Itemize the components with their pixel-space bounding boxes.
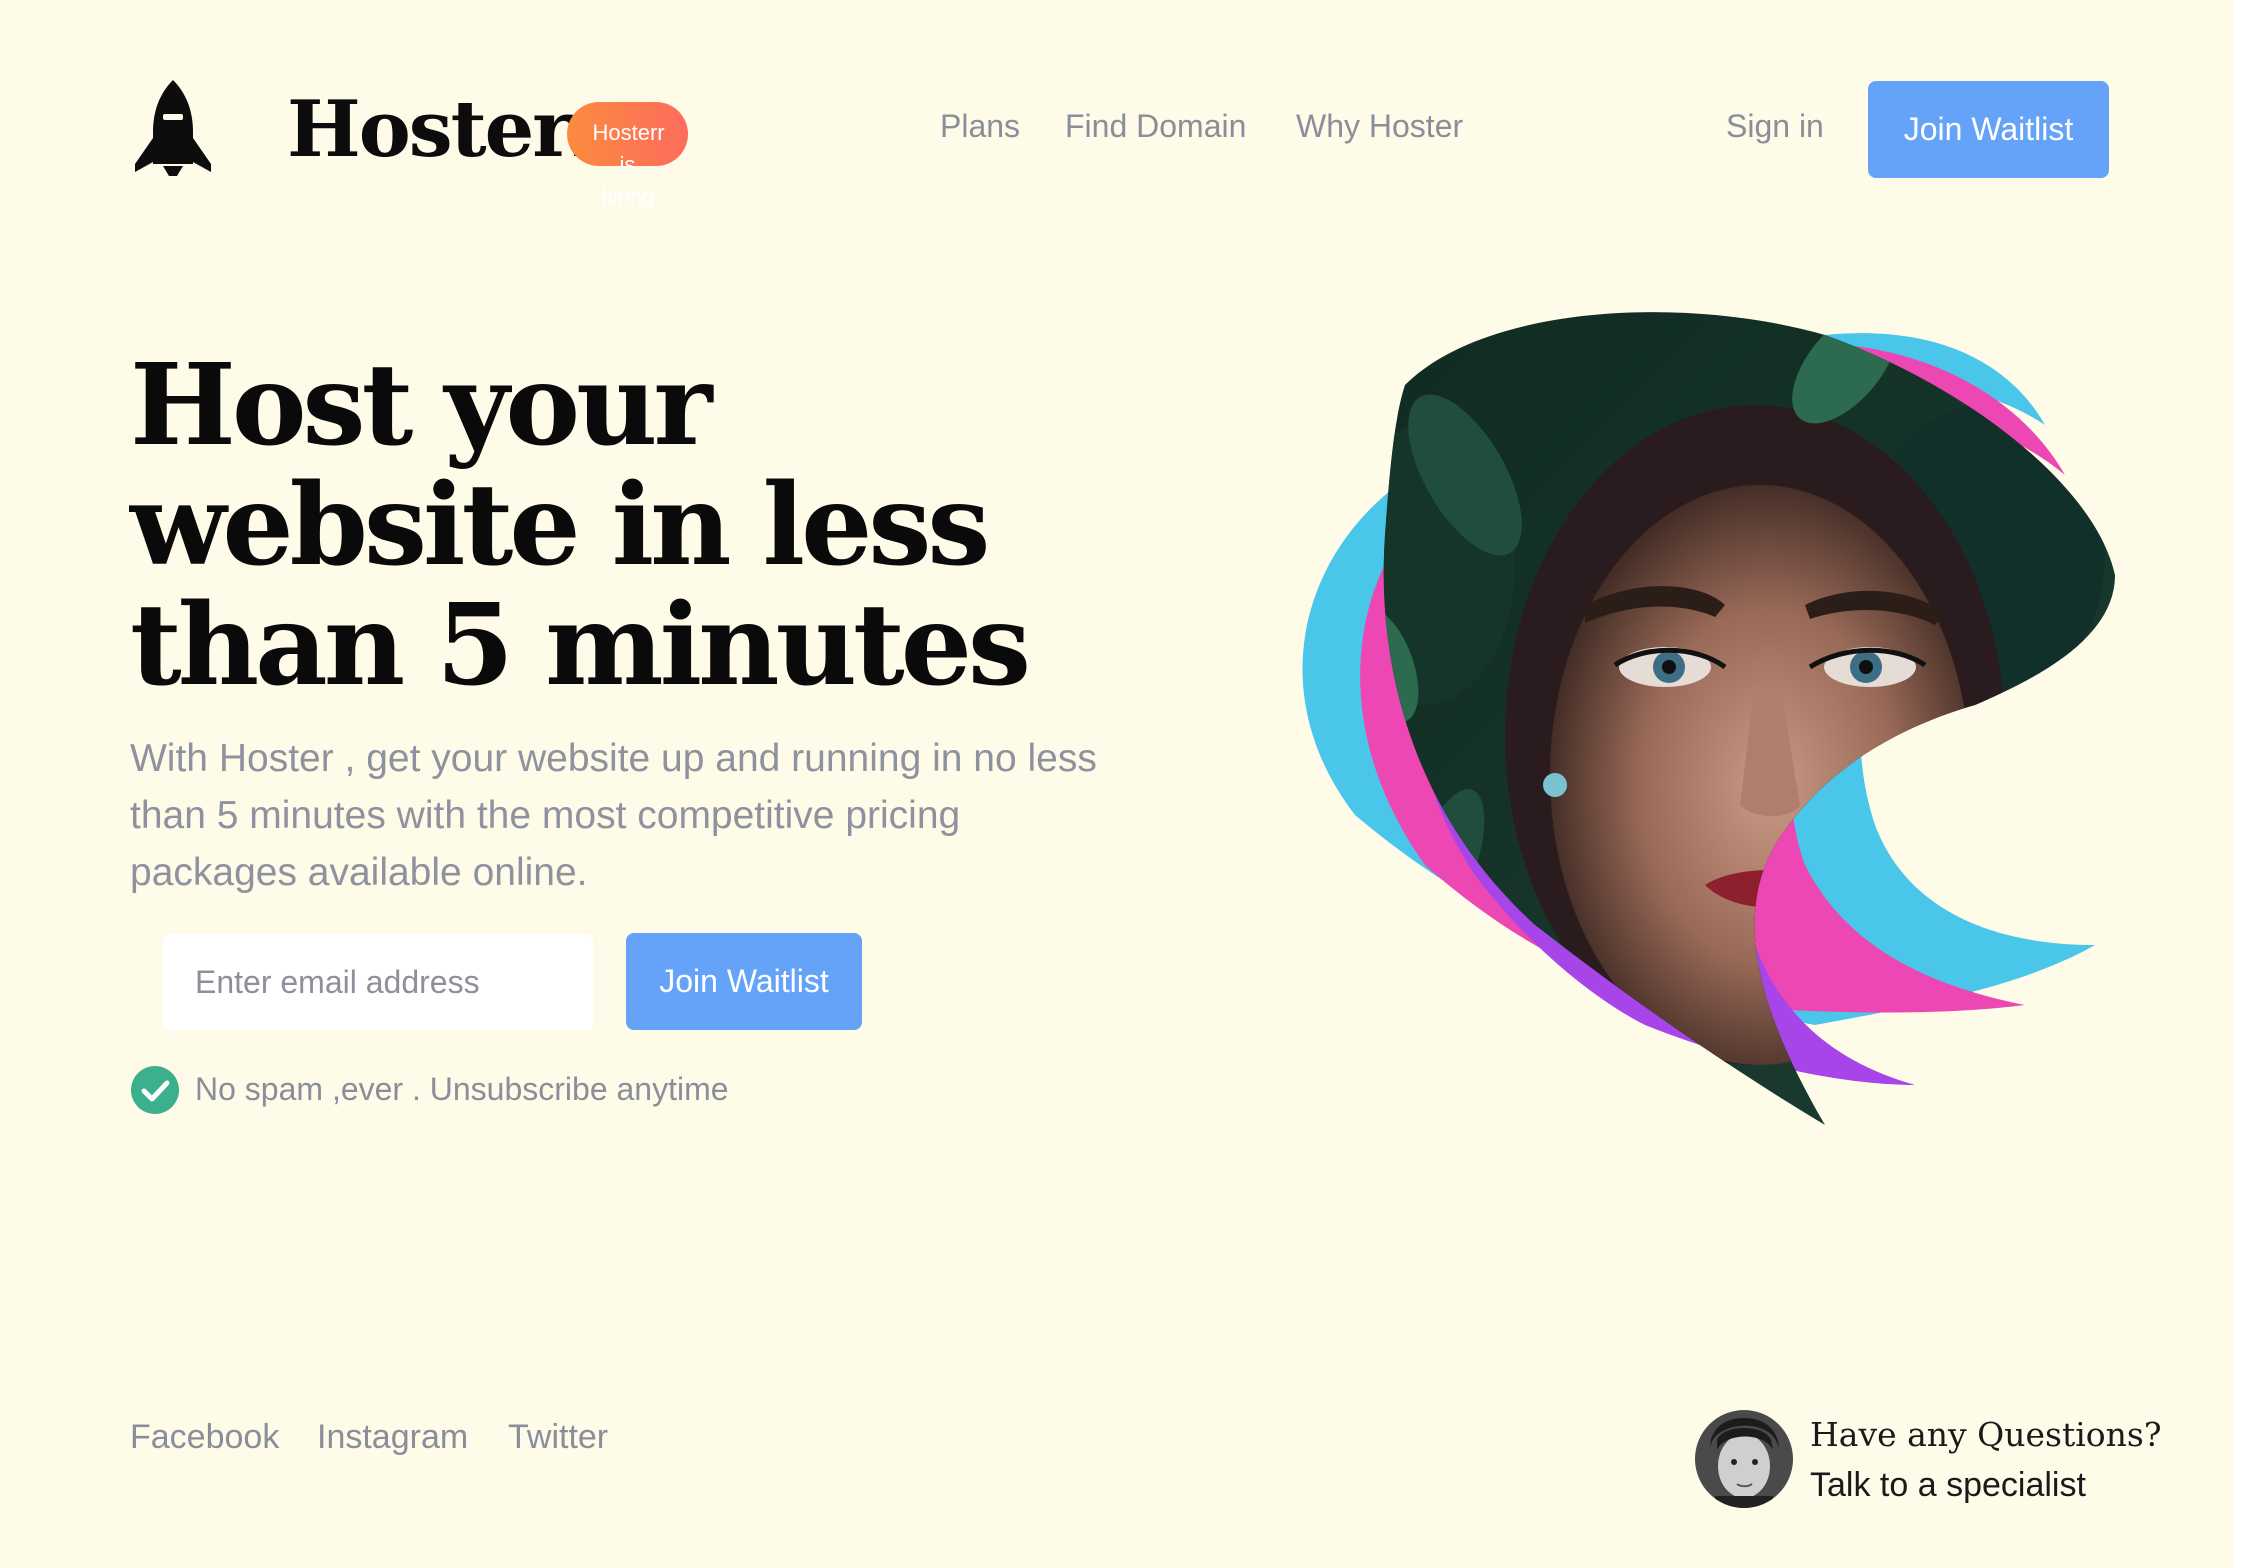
landing-page: Hosterr Hosterr is hiring Plans Find Dom… (0, 0, 2233, 1568)
sign-in-link[interactable]: Sign in (1726, 108, 1824, 145)
footer-twitter-link[interactable]: Twitter (508, 1418, 608, 1457)
check-circle-icon (131, 1066, 179, 1114)
hero-join-waitlist-button[interactable]: Join Waitlist (626, 933, 862, 1030)
hiring-badge[interactable]: Hosterr is hiring (567, 102, 688, 209)
footer-instagram-link[interactable]: Instagram (317, 1418, 468, 1457)
hero-subtitle: With Hoster , get your website up and ru… (130, 737, 1097, 894)
rocket-icon[interactable] (133, 78, 213, 180)
hero-title: Host your website in less than 5 minutes (130, 340, 1031, 711)
questions-heading: Have any Questions? (1810, 1415, 2162, 1454)
footer-facebook-link[interactable]: Facebook (130, 1418, 279, 1457)
specialist-avatar[interactable] (1695, 1410, 1793, 1508)
email-input[interactable] (163, 934, 593, 1030)
no-spam-text: No spam ,ever . Unsubscribe anytime (195, 1071, 729, 1107)
brand-name[interactable]: Hosterr (287, 80, 612, 180)
hiring-badge-label: Hosterr is hiring (592, 120, 665, 209)
hero-portrait-illustration (1302, 312, 2115, 1125)
talk-to-specialist-link[interactable]: Talk to a specialist (1810, 1466, 2086, 1505)
nav-plans[interactable]: Plans (940, 108, 1020, 145)
header-join-waitlist-button[interactable]: Join Waitlist (1868, 81, 2109, 178)
nav-find-domain[interactable]: Find Domain (1065, 108, 1246, 145)
nav-why-hoster[interactable]: Why Hoster (1296, 108, 1463, 145)
